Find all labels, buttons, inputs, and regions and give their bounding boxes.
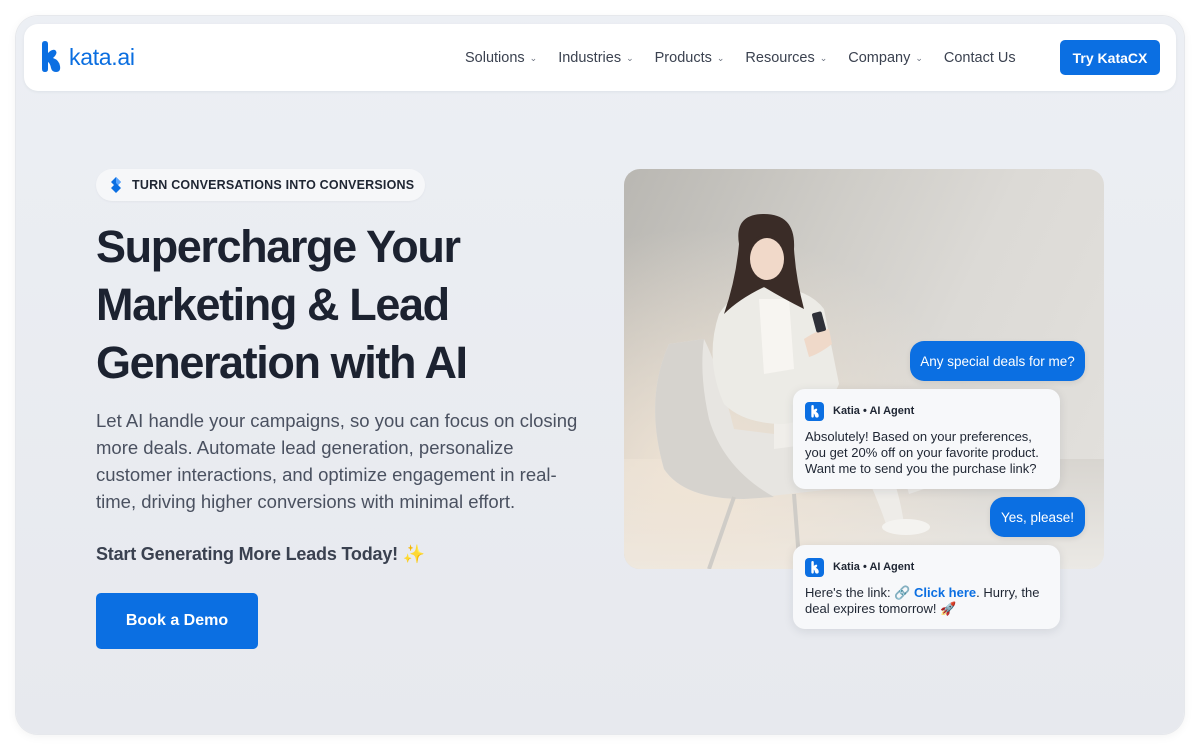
user-message-text: Any special deals for me?	[920, 353, 1075, 369]
nav-label: Company	[848, 49, 911, 66]
nav-label: Solutions	[465, 49, 525, 66]
nav-item-products[interactable]: Products ⌄	[655, 50, 725, 66]
agent-header: Katia • AI Agent	[805, 557, 1048, 577]
agent-message-bubble: Katia • AI Agent Absolutely! Based on yo…	[793, 389, 1060, 489]
kata-logo-icon	[42, 41, 61, 72]
nav-item-solutions[interactable]: Solutions ⌄	[465, 50, 537, 66]
agent-message-text: Here's the link: 🔗 Click here. Hurry, th…	[805, 585, 1048, 617]
user-message-bubble: Yes, please!	[990, 497, 1085, 537]
purchase-link[interactable]: Click here	[914, 585, 976, 600]
hero-badge: TURN CONVERSATIONS INTO CONVERSIONS	[96, 169, 425, 201]
logo-text: kata.ai	[69, 43, 135, 70]
badge-text: TURN CONVERSATIONS INTO CONVERSIONS	[132, 178, 415, 192]
katia-avatar-icon	[805, 401, 824, 421]
chevron-down-icon: ⌄	[529, 52, 538, 63]
nav-item-industries[interactable]: Industries ⌄	[558, 50, 633, 66]
top-navbar: kata.ai Solutions ⌄ Industries ⌄ Products ⌄…	[24, 24, 1176, 91]
nav-label: Contact Us	[943, 49, 1016, 66]
kata-logo-icon	[111, 177, 121, 193]
book-demo-button[interactable]: Book a Demo	[96, 593, 258, 649]
cta-tagline-text: Start Generating More Leads Today!	[96, 544, 398, 564]
chevron-down-icon: ⌄	[915, 52, 923, 63]
user-message-text: Yes, please!	[1000, 509, 1075, 525]
nav-label: Resources	[745, 49, 815, 66]
try-katacx-button[interactable]: Try KataCX	[1060, 40, 1160, 75]
nav-label: Industries	[558, 49, 622, 66]
agent-message-prefix: Here's the link: 🔗	[805, 585, 914, 600]
cta-tagline: Start Generating More Leads Today! ✨	[96, 544, 425, 565]
logo[interactable]: kata.ai	[39, 41, 135, 73]
agent-name: Katia • AI Agent	[833, 405, 915, 417]
hero-subtext: Let AI handle your campaigns, so you can…	[96, 410, 578, 512]
agent-header: Katia • AI Agent	[805, 401, 1048, 421]
chevron-down-icon: ⌄	[819, 52, 828, 63]
chevron-down-icon: ⌄	[626, 52, 634, 63]
hero-headline: Supercharge Your Marketing & Lead Genera…	[96, 221, 468, 388]
agent-message-bubble: Katia • AI Agent Here's the link: 🔗 Clic…	[793, 545, 1060, 629]
agent-name: Katia • AI Agent	[833, 561, 915, 573]
chevron-down-icon: ⌄	[716, 52, 725, 63]
nav-item-contact-us[interactable]: Contact Us	[944, 50, 1016, 66]
agent-message-text: Absolutely! Based on your preferences, y…	[805, 429, 1039, 476]
katia-avatar-icon	[805, 557, 824, 577]
user-message-bubble: Any special deals for me?	[910, 341, 1085, 381]
nav-label: Products	[654, 49, 712, 66]
main-menu: Solutions ⌄ Industries ⌄ Products ⌄ Resourc…	[465, 24, 1016, 91]
sparkle-icon: ✨	[402, 544, 425, 564]
nav-item-company[interactable]: Company ⌄	[848, 50, 923, 66]
nav-item-resources[interactable]: Resources ⌄	[745, 50, 827, 66]
